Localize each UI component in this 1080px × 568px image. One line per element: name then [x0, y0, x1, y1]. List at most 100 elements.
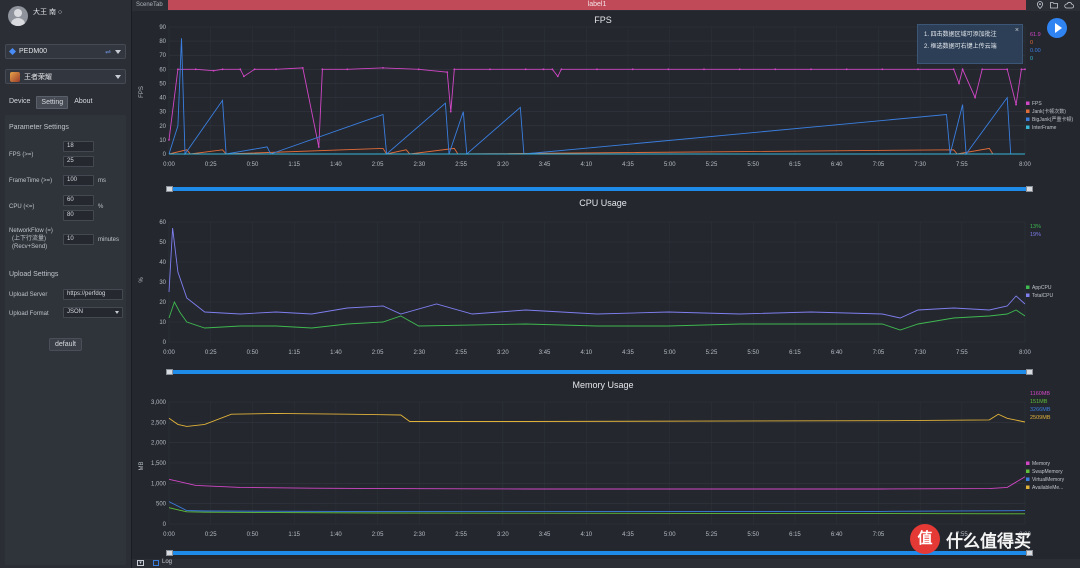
tab-device[interactable]: Device — [5, 96, 34, 109]
x-tick-label: 3:20 — [497, 532, 509, 538]
play-button[interactable] — [1047, 18, 1067, 38]
x-tick-label: 8:00 — [1019, 350, 1031, 356]
tab-about[interactable]: About — [70, 96, 96, 109]
cpu-chart[interactable]: 0 10 20 30 40 50 60 0:00 0:25 0:50 1:15 1:40 2:05 2:3… — [133, 210, 1080, 370]
fps-input-2[interactable]: 25 — [63, 156, 94, 167]
tab-setting[interactable]: Setting — [36, 96, 69, 109]
chevron-down-icon — [115, 311, 119, 314]
fps-point — [446, 71, 449, 74]
current-value: 19% — [1030, 232, 1041, 238]
legend-label: InterFrame — [1032, 125, 1057, 131]
chevron-down-icon — [115, 75, 121, 79]
fps-point — [631, 68, 634, 71]
location-icon[interactable] — [1036, 1, 1044, 9]
watermark: 值 什么值得买 — [910, 524, 1031, 554]
series-line-1 — [168, 507, 1026, 515]
sidebar: 大王 南 ○ PEDM00 ⇌ 王者荣耀 Device Setting Abou… — [0, 0, 132, 568]
legend-swatch — [1026, 461, 1030, 465]
series-line-0 — [168, 67, 1025, 147]
fps-input-1[interactable]: 18 — [63, 141, 94, 152]
cpu-unit: % — [98, 204, 104, 210]
x-tick-label: 3:20 — [497, 162, 509, 168]
fps-point — [774, 68, 777, 71]
fps-point — [560, 68, 563, 71]
current-value: 151MB — [1030, 399, 1048, 405]
frametime-input[interactable]: 100 — [63, 175, 94, 186]
fps-slider-handle-right[interactable] — [1026, 186, 1033, 192]
cpu-input-2[interactable]: 80 — [63, 210, 94, 221]
x-tick-label: 5:50 — [747, 162, 759, 168]
fps-point — [221, 68, 224, 71]
memory-slider-handle-left[interactable] — [166, 550, 173, 556]
legend-label: AppCPU — [1032, 285, 1052, 291]
legend-label: Jank(卡顿次数) — [1032, 108, 1066, 115]
folder-icon[interactable] — [1050, 1, 1058, 9]
x-tick-label: 0:50 — [247, 532, 259, 538]
fps-point — [974, 96, 976, 99]
y-axis-label: FPS — [139, 86, 145, 98]
x-tick-label: 5:25 — [706, 350, 718, 356]
x-tick-label: 1:15 — [288, 162, 300, 168]
fps-point — [596, 68, 598, 71]
cloud-icon[interactable] — [1064, 1, 1074, 9]
fps-point — [845, 68, 848, 71]
fps-point — [382, 67, 384, 69]
scene-tab[interactable]: SceneTab — [136, 2, 163, 8]
app-select[interactable]: 王者荣耀 — [5, 69, 126, 84]
y-tick-label: 0 — [163, 152, 167, 158]
fps-point — [212, 69, 215, 72]
fps-point — [981, 68, 984, 71]
legend-swatch — [1026, 485, 1030, 489]
y-tick-label: 0 — [163, 522, 167, 528]
close-icon[interactable]: × — [1015, 25, 1019, 37]
x-tick-label: 5:50 — [747, 532, 759, 538]
cpu-input-1[interactable]: 60 — [63, 195, 94, 206]
fps-slider-handle-left[interactable] — [166, 186, 173, 192]
netflow-input[interactable]: 10 — [63, 234, 94, 245]
upload-settings-title: Upload Settings — [9, 271, 59, 278]
avatar[interactable] — [8, 6, 28, 26]
netflow-sub1: (上下行流量) — [12, 236, 46, 242]
x-tick-label: 2:05 — [372, 532, 384, 538]
fps-point — [810, 68, 812, 71]
x-tick-label: 4:35 — [622, 350, 634, 356]
fps-point — [1024, 68, 1026, 71]
x-tick-label: 1:15 — [288, 350, 300, 356]
device-select[interactable]: PEDM00 ⇌ — [5, 44, 126, 59]
legend-swatch — [1026, 469, 1030, 473]
y-tick-label: 80 — [159, 39, 166, 45]
label-bar[interactable]: label1 — [168, 0, 1026, 10]
legend-swatch — [1026, 101, 1030, 105]
fps-time-slider[interactable] — [169, 187, 1031, 191]
x-tick-label: 0:00 — [163, 532, 175, 538]
series-line-2 — [168, 38, 1025, 156]
user-info[interactable]: 大王 南 ○ — [8, 6, 62, 26]
cpu-time-slider[interactable] — [169, 370, 1031, 374]
netflow-label: NetworkFlow (=) — [9, 228, 53, 234]
fps-point — [703, 68, 705, 71]
series-line-0 — [168, 300, 1026, 331]
current-value: 13% — [1030, 224, 1041, 230]
memory-time-slider[interactable] — [169, 551, 1031, 555]
fps-point — [168, 138, 170, 141]
fps-point — [321, 68, 324, 71]
upload-format-select[interactable]: JSON — [63, 307, 123, 318]
fps-point — [253, 68, 256, 71]
upload-server-input[interactable]: https://perfdog — [63, 289, 123, 300]
netflow-sub2: (Recv+Send) — [12, 244, 48, 250]
x-tick-label: 0:50 — [247, 350, 259, 356]
y-tick-label: 0 — [163, 340, 167, 346]
log-label: Log — [162, 559, 173, 565]
settings-panel: Parameter Settings FPS (>=) 18 25 FrameT… — [5, 115, 126, 565]
cpu-label: CPU (<=) — [9, 204, 35, 210]
x-tick-label: 7:05 — [873, 532, 885, 538]
expand-icon[interactable]: ▾ — [137, 560, 144, 566]
default-button[interactable]: default — [49, 338, 82, 351]
legend-label: Memory — [1032, 461, 1051, 467]
x-tick-label: 2:30 — [414, 162, 426, 168]
cpu-slider-handle-left[interactable] — [166, 369, 173, 375]
fps-point — [346, 68, 349, 71]
x-tick-label: 4:35 — [622, 532, 634, 538]
log-checkbox[interactable] — [153, 560, 159, 566]
cpu-slider-handle-right[interactable] — [1026, 369, 1033, 375]
